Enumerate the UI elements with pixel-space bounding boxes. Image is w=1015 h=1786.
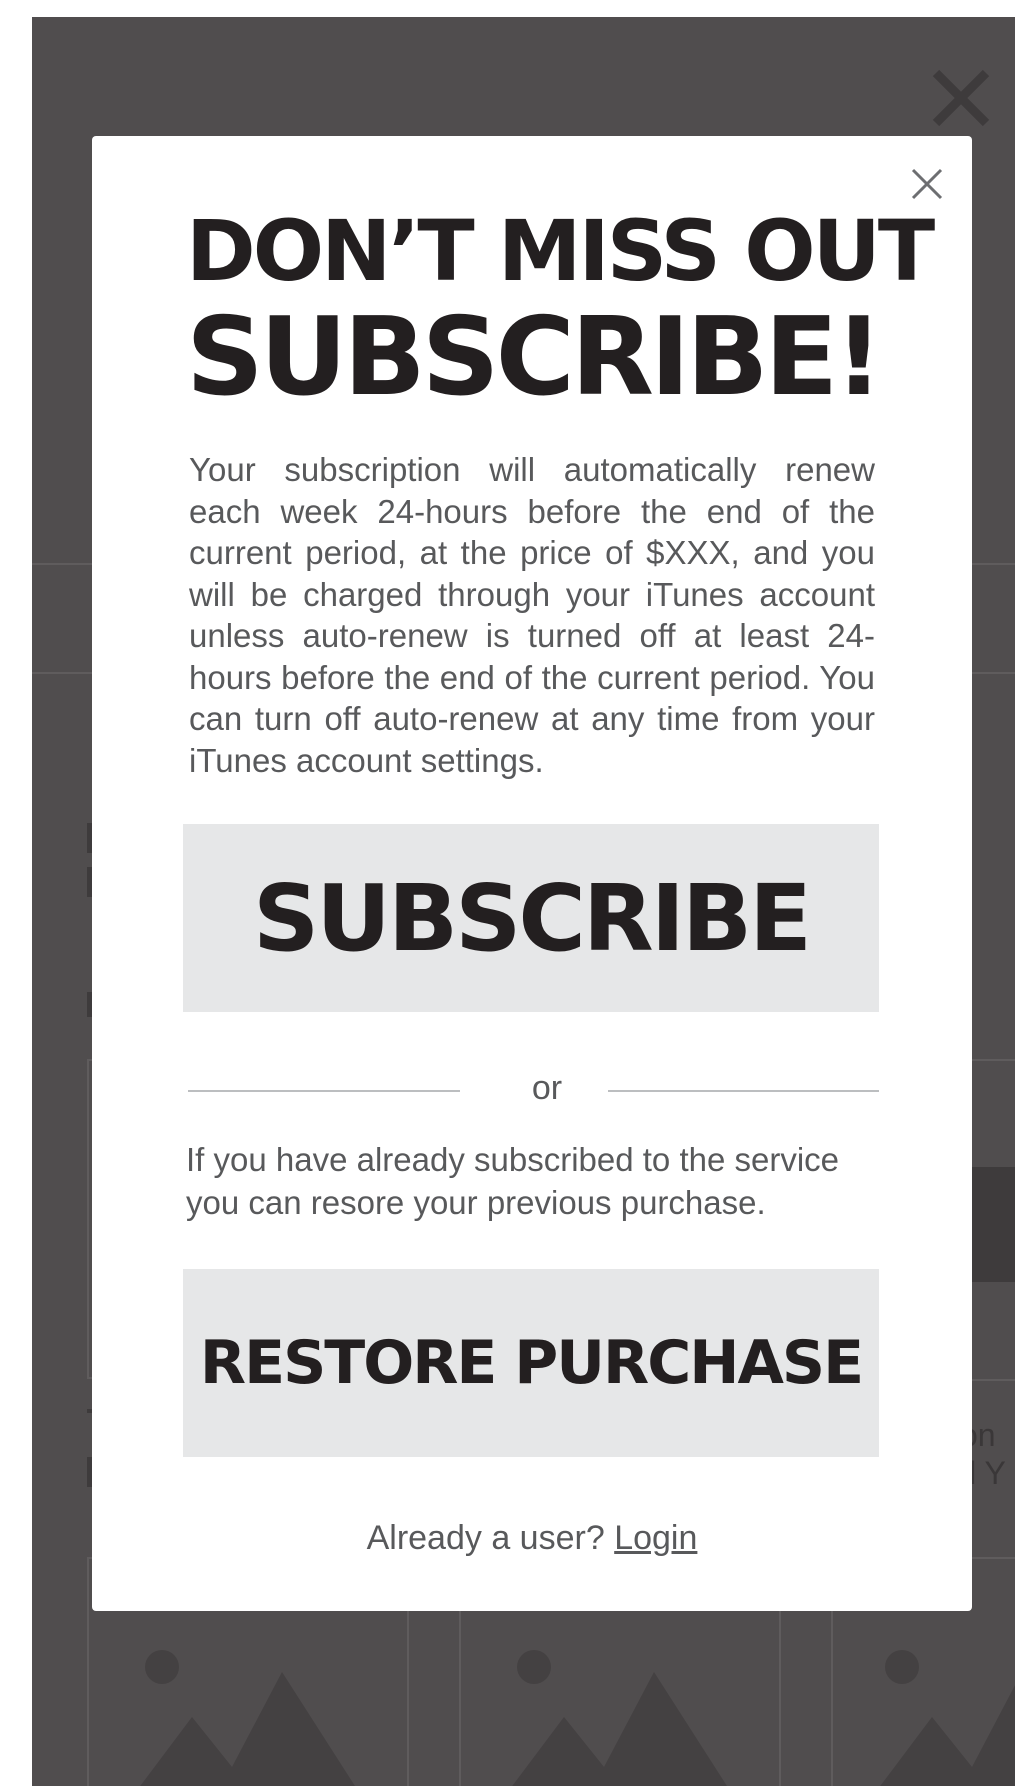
background-image-placeholder [972,1167,1015,1282]
subscription-modal: DON’T MISS OUT SUBSCRIBE! Your subscript… [92,136,972,1611]
background-close-icon [932,69,990,127]
background-image-icon [140,1650,355,1786]
divider-or-label: or [531,1069,563,1107]
divider-line-left [188,1090,460,1092]
background-image-icon [880,1650,1015,1786]
background-image-icon [512,1650,727,1786]
subscription-terms: Your subscription will automatically ren… [189,451,875,779]
subscribe-button[interactable]: SUBSCRIBE [183,824,879,1012]
headline-subscribe: SUBSCRIBE! [186,295,884,420]
login-prompt-text: Already a user? [366,1519,605,1557]
restore-purchase-button[interactable]: RESTORE PURCHASE [183,1269,879,1457]
headline-dont-miss-out: DON’T MISS OUT [186,202,935,300]
close-icon[interactable] [907,164,947,204]
login-link[interactable]: Login [614,1519,697,1557]
divider-line-right [608,1090,879,1092]
restore-info-text: If you have already subscribed to the se… [186,1141,840,1221]
login-prompt: Already a user? Login [92,1516,972,1560]
